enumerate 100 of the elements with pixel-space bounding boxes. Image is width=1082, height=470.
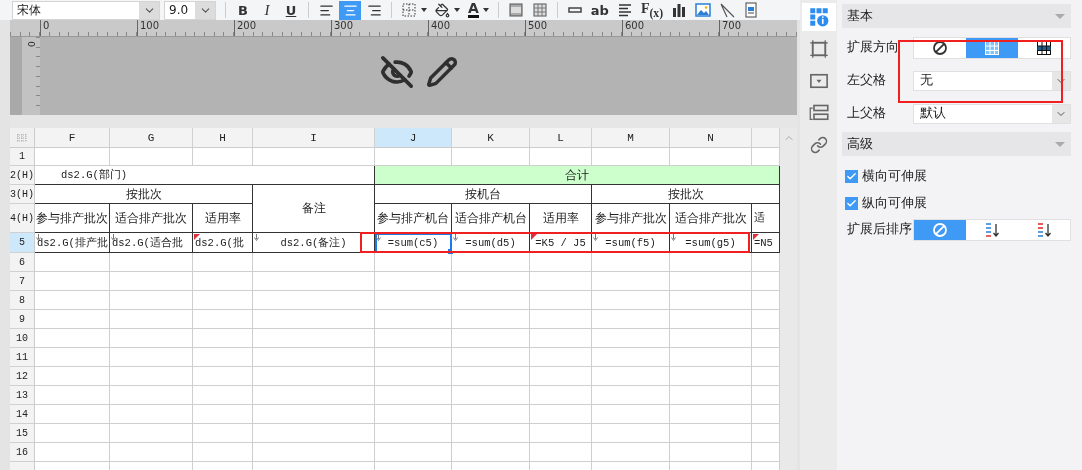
table-cell[interactable] bbox=[530, 291, 592, 310]
row-header[interactable]: 10 bbox=[10, 329, 35, 348]
table-cell[interactable] bbox=[253, 291, 375, 310]
table-cell[interactable] bbox=[375, 310, 452, 329]
row-header[interactable]: 12 bbox=[10, 367, 35, 386]
column-header[interactable]: G bbox=[110, 128, 193, 148]
underline-button[interactable]: U bbox=[280, 0, 302, 20]
table-cell[interactable]: =N5 bbox=[752, 233, 780, 253]
table-cell[interactable] bbox=[35, 443, 110, 462]
column-header[interactable] bbox=[752, 128, 780, 148]
table-cell[interactable] bbox=[253, 310, 375, 329]
table-cell[interactable] bbox=[530, 329, 592, 348]
table-cell[interactable] bbox=[375, 424, 452, 443]
table-cell[interactable] bbox=[670, 424, 752, 443]
eye-off-icon[interactable] bbox=[379, 55, 414, 89]
table-cell[interactable] bbox=[452, 424, 530, 443]
table-cell[interactable] bbox=[452, 443, 530, 462]
header-cell[interactable]: 按批次 bbox=[592, 185, 780, 204]
table-cell[interactable] bbox=[530, 405, 592, 424]
table-cell[interactable] bbox=[530, 310, 592, 329]
table-cell[interactable] bbox=[253, 405, 375, 424]
dropdown-field[interactable]: 无 bbox=[913, 70, 1071, 91]
row-header[interactable]: 11 bbox=[10, 348, 35, 367]
table-cell[interactable] bbox=[452, 367, 530, 386]
table-cell[interactable]: ds2.G(批 bbox=[193, 233, 253, 253]
header-cell[interactable]: 适用率 bbox=[193, 204, 253, 233]
vertical-scrollbar[interactable] bbox=[780, 128, 797, 470]
table-cell[interactable] bbox=[35, 405, 110, 424]
row-header[interactable]: 14 bbox=[10, 405, 35, 424]
checkbox[interactable] bbox=[845, 170, 858, 183]
table-cell[interactable] bbox=[670, 405, 752, 424]
table-cell[interactable] bbox=[253, 443, 375, 462]
table-cell[interactable] bbox=[110, 367, 193, 386]
row-header[interactable]: 3(H) bbox=[10, 185, 35, 204]
table-cell[interactable]: 适 bbox=[752, 204, 780, 233]
column-header[interactable]: K bbox=[452, 128, 530, 148]
table-cell[interactable] bbox=[253, 329, 375, 348]
table-cell[interactable] bbox=[670, 386, 752, 405]
table-cell[interactable] bbox=[452, 348, 530, 367]
row-header[interactable]: 6 bbox=[10, 253, 35, 272]
table-cell[interactable] bbox=[110, 424, 193, 443]
table-cell[interactable] bbox=[193, 424, 253, 443]
table-cell[interactable] bbox=[110, 443, 193, 462]
table-cell[interactable] bbox=[592, 348, 670, 367]
table-cell[interactable] bbox=[110, 310, 193, 329]
table-cell[interactable] bbox=[452, 329, 530, 348]
header-cell[interactable]: 按批次 bbox=[35, 185, 253, 204]
column-header[interactable]: I bbox=[253, 128, 375, 148]
section-header[interactable]: 高级 bbox=[842, 132, 1071, 156]
row-header[interactable]: 4(H) bbox=[10, 204, 35, 233]
font-size-select[interactable]: 9.0 bbox=[164, 0, 216, 20]
table-cell[interactable] bbox=[592, 443, 670, 462]
header-cell[interactable]: 按机台 bbox=[375, 185, 592, 204]
attributes-tab[interactable] bbox=[801, 3, 836, 31]
table-cell[interactable] bbox=[592, 272, 670, 291]
row-header[interactable]: 15 bbox=[10, 424, 35, 443]
table-cell[interactable] bbox=[592, 310, 670, 329]
table-cell[interactable] bbox=[670, 329, 752, 348]
table-cell[interactable] bbox=[193, 291, 253, 310]
row-header[interactable]: 8 bbox=[10, 291, 35, 310]
table-cell[interactable]: ds2.G(适合批 bbox=[110, 233, 193, 253]
table-cell[interactable] bbox=[35, 424, 110, 443]
column-header[interactable]: L bbox=[530, 128, 592, 148]
table-cell[interactable] bbox=[452, 291, 530, 310]
table-cell[interactable] bbox=[193, 367, 253, 386]
table-cell[interactable] bbox=[110, 386, 193, 405]
table-cell[interactable] bbox=[110, 272, 193, 291]
table-cell[interactable] bbox=[375, 348, 452, 367]
table-cell[interactable] bbox=[193, 272, 253, 291]
row-header[interactable]: 2(H) bbox=[10, 166, 35, 185]
header-cell[interactable]: 参与排产批次 bbox=[592, 204, 670, 233]
table-cell[interactable] bbox=[110, 348, 193, 367]
table-cell[interactable] bbox=[35, 367, 110, 386]
row-header[interactable]: 7 bbox=[10, 272, 35, 291]
table-cell[interactable] bbox=[592, 405, 670, 424]
table-cell[interactable] bbox=[452, 405, 530, 424]
header-cell[interactable]: 参与排产批次 bbox=[35, 204, 110, 233]
header-cell[interactable]: 备注 bbox=[253, 185, 375, 233]
table-cell[interactable] bbox=[35, 291, 110, 310]
row-header[interactable]: 5 bbox=[10, 233, 35, 253]
row-header[interactable]: 13 bbox=[10, 386, 35, 405]
table-cell[interactable] bbox=[452, 310, 530, 329]
table-cell[interactable] bbox=[375, 272, 452, 291]
header-cell[interactable]: 合计 bbox=[375, 166, 780, 185]
table-cell[interactable] bbox=[193, 310, 253, 329]
column-header[interactable]: H bbox=[193, 128, 253, 148]
table-cell[interactable] bbox=[670, 291, 752, 310]
header-cell[interactable]: 参与排产机台 bbox=[375, 204, 452, 233]
column-header[interactable]: N bbox=[670, 128, 752, 148]
table-cell[interactable] bbox=[375, 291, 452, 310]
table-cell[interactable] bbox=[592, 329, 670, 348]
table-cell[interactable] bbox=[530, 424, 592, 443]
dropdown-field[interactable]: 默认 bbox=[913, 103, 1071, 124]
column-header[interactable]: M bbox=[592, 128, 670, 148]
table-cell[interactable] bbox=[592, 386, 670, 405]
table-cell[interactable] bbox=[592, 291, 670, 310]
table-cell[interactable] bbox=[110, 291, 193, 310]
checkbox[interactable] bbox=[845, 197, 858, 210]
table-cell[interactable] bbox=[452, 386, 530, 405]
table-cell[interactable] bbox=[193, 329, 253, 348]
